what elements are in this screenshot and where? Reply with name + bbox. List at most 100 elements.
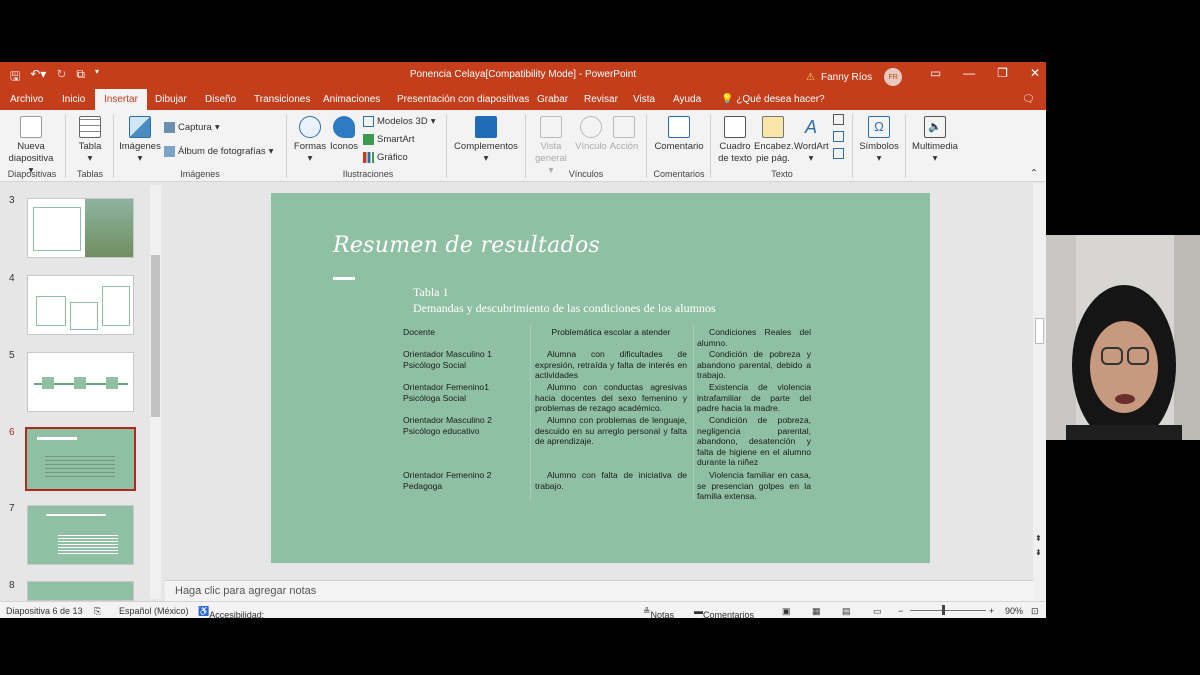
tab-archivo[interactable]: Archivo — [10, 94, 43, 105]
table-cell: Alumno con problemas de lenguaje, descui… — [535, 415, 687, 447]
slide-thumbnail-7[interactable] — [27, 505, 134, 565]
text-small-tools — [833, 114, 844, 159]
smartart-button[interactable]: SmartArt — [363, 134, 414, 145]
chart-button[interactable]: Gráfico — [363, 152, 408, 163]
ribbon-divider — [525, 114, 526, 178]
group-ilustraciones: Ilustraciones — [342, 169, 394, 179]
new-slide-button[interactable]: Nueva diapositiva ▾ — [6, 116, 56, 177]
date-time-icon[interactable] — [833, 114, 844, 125]
tab-insertar[interactable]: Insertar — [95, 89, 147, 110]
ribbon-divider — [852, 114, 853, 178]
table-button[interactable]: Tabla ▾ — [72, 116, 108, 165]
tab-grabar[interactable]: Grabar — [537, 94, 568, 105]
link-button[interactable]: Vínculo — [574, 116, 608, 153]
next-slide-icon[interactable]: ⇟ — [1035, 548, 1042, 557]
thumbnail-number: 5 — [9, 350, 15, 361]
slide-number-icon[interactable] — [833, 131, 844, 142]
ribbon-divider — [646, 114, 647, 178]
slide-counter: Diapositiva 6 de 13 — [6, 606, 83, 616]
text-box-button[interactable]: Cuadro de texto — [716, 116, 754, 165]
slideshow-view-icon[interactable]: ▭ — [873, 606, 882, 617]
maximize-button[interactable]: ❐ — [997, 66, 1008, 80]
tab-animaciones[interactable]: Animaciones — [323, 94, 380, 105]
shapes-button[interactable]: Formas ▾ — [293, 116, 327, 165]
thumbnail-number: 7 — [9, 503, 15, 514]
ribbon-divider — [286, 114, 287, 178]
slide-thumbnail-5[interactable] — [27, 352, 134, 412]
symbols-button[interactable]: Ω Símbolos ▾ — [858, 116, 900, 165]
reading-view-icon[interactable]: ▤ — [842, 606, 851, 617]
tab-transiciones[interactable]: Transiciones — [254, 94, 310, 105]
comments-pane-icon[interactable]: 🗨 — [1022, 94, 1035, 105]
icons-button[interactable]: Iconos — [329, 116, 359, 153]
thumbnail-shape — [106, 377, 118, 389]
action-button[interactable]: Acción — [608, 116, 640, 153]
slide-thumbnail-4[interactable] — [27, 275, 134, 335]
slide-thumbnail-6[interactable] — [25, 427, 136, 491]
slide-sorter-icon[interactable]: ▦ — [812, 606, 821, 617]
thumbnail-number: 3 — [9, 195, 15, 206]
images-button[interactable]: Imágenes ▾ — [118, 116, 162, 165]
slide-thumbnail-3[interactable] — [27, 198, 134, 258]
slide-scrollbar[interactable]: ⇞ ⇟ — [1033, 183, 1046, 601]
scrollbar-thumb[interactable] — [151, 255, 160, 417]
comments-button[interactable]: ▬ Comentarios — [694, 606, 754, 618]
media-button[interactable]: 🔈 Multimedia ▾ — [910, 116, 960, 165]
previous-slide-icon[interactable]: ⇞ — [1035, 534, 1042, 543]
collapse-ribbon-icon[interactable]: ⌃ — [1028, 168, 1040, 180]
wordart-button[interactable]: A WordArt ▾ — [794, 116, 829, 165]
tab-presentacion[interactable]: Presentación con diapositivas — [397, 94, 529, 105]
tab-dibujar[interactable]: Dibujar — [155, 94, 187, 105]
zoom-slider[interactable] — [910, 610, 986, 611]
slide-title[interactable]: Resumen de resultados — [333, 233, 600, 258]
language-status[interactable]: Español (México) — [119, 606, 189, 616]
group-comentarios: Comentarios — [653, 169, 705, 179]
thumbnails-scrollbar[interactable] — [150, 185, 161, 599]
table-cell: Orientador Masculino 1 Psicólogo Social — [403, 349, 492, 370]
minimize-button[interactable]: — — [963, 66, 975, 80]
zoom-button[interactable]: Vista general ▾ — [532, 116, 570, 177]
notes-pane[interactable]: Haga clic para agregar notas — [165, 580, 1033, 601]
close-button[interactable]: ✕ — [1030, 66, 1040, 80]
zoom-in-button[interactable]: + — [989, 606, 994, 616]
omega-icon: Ω — [868, 116, 890, 138]
chart-icon — [363, 152, 374, 163]
zoom-out-button[interactable]: − — [898, 606, 903, 616]
zoom-slider-thumb[interactable] — [942, 605, 945, 615]
thumbnail-number: 8 — [9, 580, 15, 591]
screenshot-button[interactable]: Captura ▾ — [164, 122, 220, 133]
slide-thumbnail-8[interactable] — [27, 581, 134, 601]
new-slide-icon — [20, 116, 42, 138]
scrollbar-thumb[interactable] — [1035, 318, 1044, 344]
text-box-icon — [724, 116, 746, 138]
spelling-icon[interactable]: ⎘ — [94, 606, 101, 617]
avatar[interactable]: FR — [884, 68, 903, 86]
table-cell: Orientador Masculino 2 Psicólogo educati… — [403, 415, 492, 436]
tab-inicio[interactable]: Inicio — [62, 94, 85, 105]
tab-diseno[interactable]: Diseño — [205, 94, 236, 105]
fit-slide-icon[interactable]: ⊡ — [1031, 606, 1039, 617]
ribbon-display-icon[interactable]: ▭ — [930, 66, 941, 80]
notes-button[interactable]: ≗ Notas — [643, 606, 674, 618]
current-slide[interactable]: Resumen de resultados Tabla 1 Demandas y… — [271, 193, 930, 563]
table-cell: Orientador Femenino1 Psicóloga Social — [403, 382, 489, 403]
add-ins-button[interactable]: Complementos ▾ — [452, 116, 520, 165]
tab-ayuda[interactable]: Ayuda — [673, 94, 701, 105]
normal-view-icon[interactable]: ▣ — [782, 606, 791, 617]
photo-album-button[interactable]: Álbum de fotografías ▾ — [164, 146, 273, 157]
header-footer-button[interactable]: Encabez. pie pág. — [754, 116, 794, 165]
tell-me-search[interactable]: 💡 ¿Qué desea hacer? — [721, 94, 825, 105]
object-icon[interactable] — [833, 148, 844, 159]
user-account[interactable]: ⚠ Fanny Ríos FR — [806, 68, 903, 86]
tab-revisar[interactable]: Revisar — [584, 94, 618, 105]
zoom-level[interactable]: 90% — [1005, 606, 1023, 616]
accessibility-status[interactable]: ♿ Accesibilidad: No disponible — [198, 606, 264, 618]
table-caption-number[interactable]: Tabla 1 — [413, 285, 448, 300]
add-ins-icon — [475, 116, 497, 138]
tab-vista[interactable]: Vista — [633, 94, 655, 105]
3d-models-button[interactable]: Modelos 3D ▾ — [363, 116, 435, 127]
table-caption-title[interactable]: Demandas y descubrimiento de las condici… — [413, 301, 716, 316]
table-cell: Alumno con falta de iniciativa de trabaj… — [535, 470, 687, 491]
table-header-cell: Condiciones Reales del alumno. — [697, 327, 811, 348]
comment-button[interactable]: Comentario — [652, 116, 706, 153]
